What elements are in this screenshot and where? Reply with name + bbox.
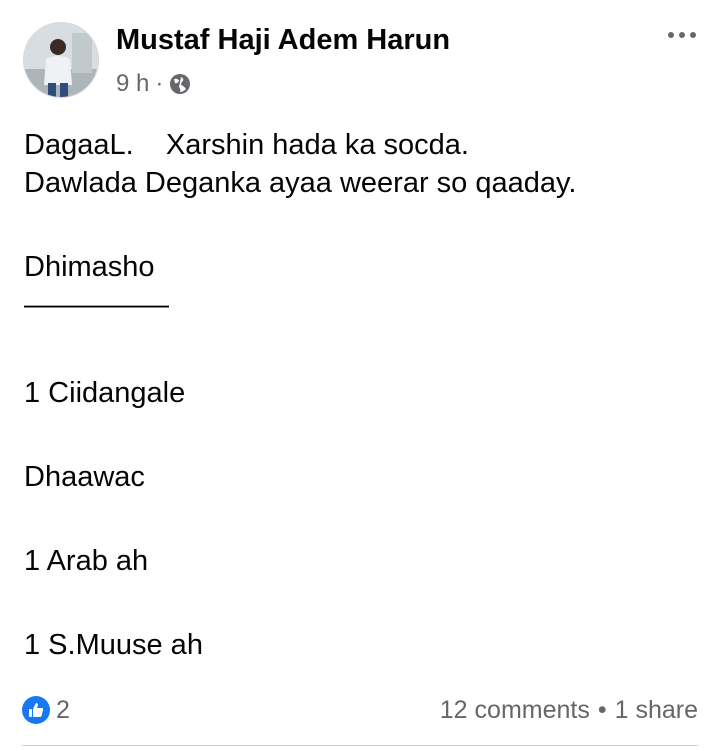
author-name[interactable]: Mustaf Haji Adem Harun bbox=[116, 24, 450, 57]
more-horizontal-icon bbox=[690, 32, 696, 38]
comments-link[interactable]: 12 comments bbox=[440, 696, 590, 725]
like-icon bbox=[22, 696, 50, 724]
post-line: 1 S.Muuse ah bbox=[24, 629, 203, 661]
meta-separator: · bbox=[155, 70, 164, 97]
author-avatar[interactable] bbox=[23, 22, 99, 98]
more-options-button[interactable] bbox=[666, 26, 698, 44]
post-line: 1 Arab ah bbox=[24, 545, 149, 577]
post-line: DagaaL. Xarshin hada ka socda. bbox=[24, 129, 469, 161]
engagement-separator: • bbox=[597, 695, 607, 724]
more-horizontal-icon bbox=[668, 32, 674, 38]
post-line: Dawlada Deganka ayaa weerar so qaaday. bbox=[24, 167, 577, 199]
globe-icon bbox=[169, 73, 191, 95]
post-timestamp[interactable]: 9 h bbox=[116, 70, 149, 98]
footer-divider bbox=[22, 745, 698, 746]
post-line: Dhaawac bbox=[24, 461, 145, 493]
post-line: 1 Ciidangale bbox=[24, 377, 186, 409]
post-footer: 2 12 comments • 1 share bbox=[22, 692, 698, 728]
avatar-photo bbox=[24, 23, 98, 97]
post-line: ————— bbox=[24, 289, 169, 321]
post-text: DagaaL. Xarshin hada ka socda. Dawlada D… bbox=[24, 126, 704, 664]
engagement-counts: 12 comments • 1 share bbox=[440, 696, 698, 725]
shares-link[interactable]: 1 share bbox=[615, 696, 698, 725]
post-line: Dhimasho bbox=[24, 251, 155, 283]
more-horizontal-icon bbox=[679, 32, 685, 38]
reaction-count: 2 bbox=[56, 695, 70, 724]
post-meta: 9 h · bbox=[116, 70, 191, 98]
reactions-summary[interactable]: 2 bbox=[22, 696, 70, 725]
